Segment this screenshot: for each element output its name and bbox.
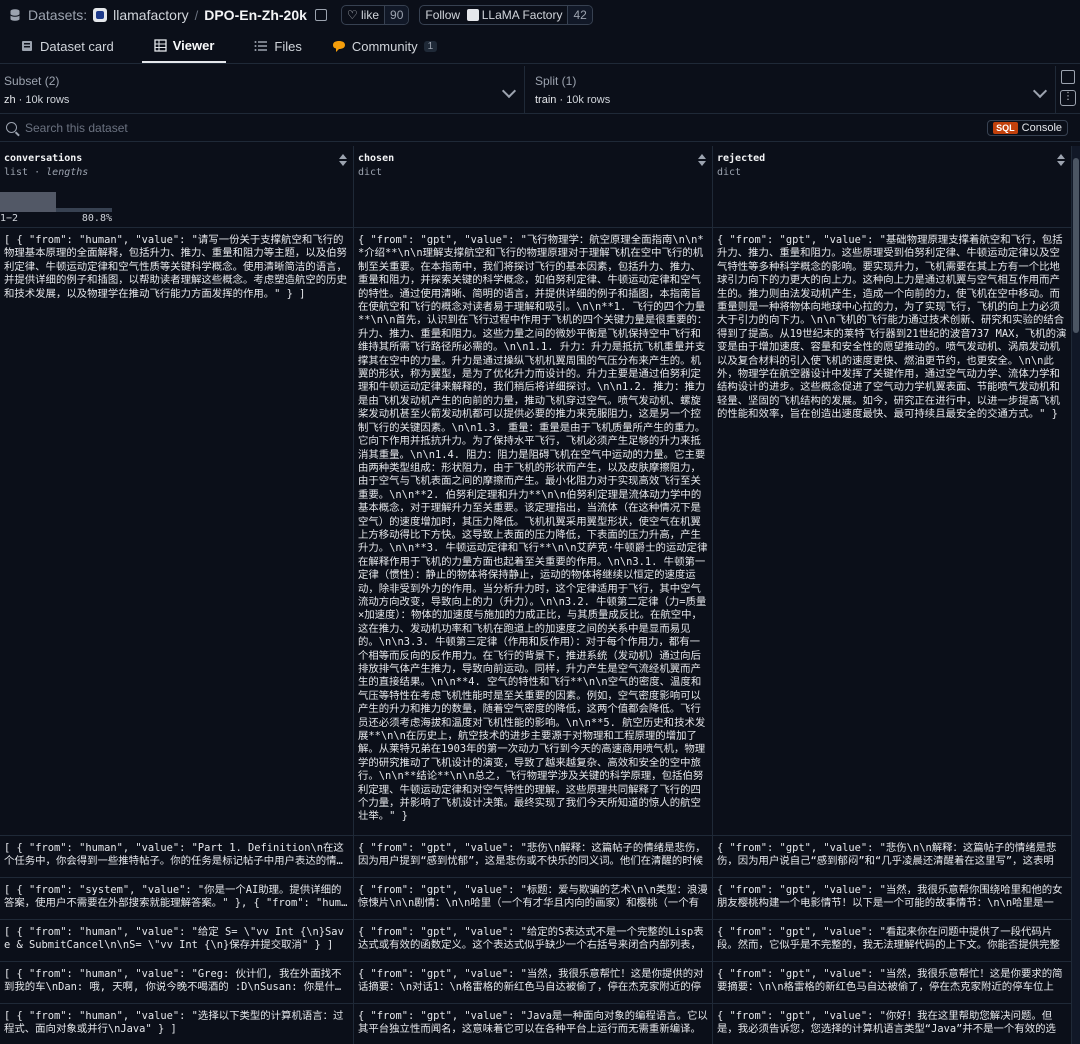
table-row[interactable]: [ { "from": "human", "value": "选择以下类型的计算… [0, 1004, 1072, 1044]
column-name: chosen [358, 153, 395, 164]
table-row[interactable]: [ { "from": "human", "value": "Part 1. D… [0, 836, 1072, 878]
column-type: dict [358, 167, 383, 178]
scrollbar-thumb[interactable] [1073, 158, 1079, 333]
files-icon [254, 41, 268, 51]
cell-rejected[interactable]: { "from": "gpt", "value": "基础物理原理支撑着航空和飞… [713, 228, 1072, 835]
histogram-pct-label: 80.8% [81, 213, 112, 224]
follow-label: Follow [425, 8, 461, 22]
sort-icon[interactable] [698, 154, 706, 166]
tab-label: Dataset card [40, 38, 114, 54]
column-header-conversations[interactable]: conversations list · lengths 1−2 80.8% [0, 146, 354, 227]
split-label: Split (1) [535, 74, 577, 88]
column-header-rejected[interactable]: rejected dict [713, 146, 1072, 227]
community-count-badge: 1 [423, 40, 438, 52]
histogram-range-label: 1−2 [0, 213, 19, 224]
cell-conversations[interactable]: [ { "from": "human", "value": "选择以下类型的计算… [0, 1004, 354, 1044]
column-type: dict [717, 167, 742, 178]
histogram-bar[interactable] [56, 208, 112, 212]
cell-rejected[interactable]: { "from": "gpt", "value": "当然，我很乐意帮忙！这是你… [713, 962, 1072, 1004]
tab-dataset-card[interactable]: Dataset card [18, 29, 116, 63]
column-name: conversations [4, 153, 83, 164]
column-type: list · lengths [4, 167, 89, 178]
sql-console-button[interactable]: SQL Console [987, 119, 1068, 136]
follow-org-logo-icon [466, 9, 479, 21]
follow-count: 42 [567, 6, 592, 24]
follow-button[interactable]: Follow LLaMA Factory 42 [419, 5, 593, 25]
column-header-chosen[interactable]: chosen dict [354, 146, 713, 227]
search-icon [6, 122, 17, 133]
dataset-card-icon [22, 41, 32, 51]
cell-conversations[interactable]: [ { "from": "system", "value": "你是一个AI助理… [0, 878, 354, 920]
like-button[interactable]: ♡ like 90 [340, 5, 410, 25]
cell-chosen[interactable]: { "from": "gpt", "value": "Java是一种面向对象的编… [354, 1004, 713, 1044]
tab-label: Viewer [172, 37, 215, 53]
repo-tabs: Dataset card Viewer Files Community 1 [0, 30, 1080, 64]
cell-chosen[interactable]: { "from": "gpt", "value": "标题：爱与欺骗的艺术\n\… [354, 878, 713, 920]
split-value: train [535, 94, 557, 106]
heart-icon: ♡ like [346, 8, 380, 22]
path-separator: / [194, 7, 199, 23]
more-options-icon[interactable]: ⋮ [1060, 90, 1076, 106]
dataset-name-link[interactable]: DPO-En-Zh-20k [204, 7, 307, 23]
like-count: 90 [384, 6, 409, 24]
subset-split-selectors: Subset (2) zh · 10k rows Split (1) train… [0, 66, 1080, 114]
cell-rejected[interactable]: { "from": "gpt", "value": "当然，我很乐意帮你围绕哈里… [713, 878, 1072, 920]
header-bar: Datasets: llamafactory / DPO-En-Zh-20k ♡… [0, 0, 1080, 30]
table-row[interactable]: [ { "from": "human", "value": "Greg: 伙计们… [0, 962, 1072, 1004]
table-row[interactable]: [ { "from": "human", "value": "请写一份关于支撑航… [0, 228, 1072, 836]
follow-org-name: LLaMA Factory [481, 8, 563, 22]
cell-rejected[interactable]: { "from": "gpt", "value": "看起来你在问题中提供了一段… [713, 920, 1072, 962]
tab-files[interactable]: Files [252, 29, 303, 63]
cell-chosen[interactable]: { "from": "gpt", "value": "飞行物理学：航空原理全面指… [354, 228, 713, 835]
database-icon [10, 9, 20, 21]
cell-chosen[interactable]: { "from": "gpt", "value": "当然，我很乐意帮忙！这是你… [354, 962, 713, 1004]
length-histogram[interactable] [0, 188, 112, 212]
tab-label: Community [351, 38, 418, 54]
org-logo-icon [93, 8, 108, 22]
sort-icon[interactable] [339, 154, 347, 166]
search-input[interactable] [25, 120, 988, 135]
org-link[interactable]: llamafactory [113, 7, 188, 23]
sql-console-label: Console [1021, 121, 1062, 134]
cell-conversations[interactable]: [ { "from": "human", "value": "请写一份关于支撑航… [0, 228, 354, 835]
tab-label: Files [274, 38, 302, 54]
subset-label: Subset (2) [4, 74, 60, 88]
community-icon [332, 40, 345, 52]
tab-community[interactable]: Community 1 [330, 29, 439, 63]
subset-value: zh [4, 94, 16, 106]
table-row[interactable]: [ { "from": "human", "value": "给定 S= \"v… [0, 920, 1072, 962]
cell-conversations[interactable]: [ { "from": "human", "value": "Greg: 伙计们… [0, 962, 354, 1004]
cell-conversations[interactable]: [ { "from": "human", "value": "给定 S= \"v… [0, 920, 354, 962]
cell-chosen[interactable]: { "from": "gpt", "value": "悲伤\n解释：这篇帖子的情… [354, 836, 713, 878]
cell-rejected[interactable]: { "from": "gpt", "value": "你好！我在这里帮助您解决问… [713, 1004, 1072, 1044]
sql-badge: SQL [993, 121, 1018, 134]
cell-chosen[interactable]: { "from": "gpt", "value": "给定的S表达式不是一个完整… [354, 920, 713, 962]
dataset-table: conversations list · lengths 1−2 80.8% c… [0, 146, 1072, 1044]
subset-select[interactable]: Subset (2) zh · 10k rows [0, 66, 525, 113]
table-icon [154, 38, 167, 52]
copy-icon[interactable] [314, 9, 327, 21]
cell-conversations[interactable]: [ { "from": "human", "value": "Part 1. D… [0, 836, 354, 878]
search-bar: SQL Console [0, 114, 1080, 142]
histogram-labels: 1−2 80.8% [0, 213, 112, 224]
tab-viewer[interactable]: Viewer [141, 29, 227, 63]
column-name: rejected [717, 153, 766, 164]
viewer-side-tools: ⋮ [1056, 66, 1080, 113]
split-select[interactable]: Split (1) train · 10k rows [525, 66, 1056, 113]
table-row[interactable]: [ { "from": "system", "value": "你是一个AI助理… [0, 878, 1072, 920]
table-header: conversations list · lengths 1−2 80.8% c… [0, 146, 1072, 228]
split-rows: 10k rows [566, 94, 611, 106]
subset-rows: 10k rows [25, 94, 70, 106]
cell-rejected[interactable]: { "from": "gpt", "value": "悲伤\n\n解释：这篇帖子… [713, 836, 1072, 878]
sort-icon[interactable] [1057, 154, 1065, 166]
datasets-label: Datasets: [28, 7, 88, 23]
panel-toggle-icon[interactable] [1061, 70, 1075, 84]
histogram-bar[interactable] [0, 192, 56, 212]
